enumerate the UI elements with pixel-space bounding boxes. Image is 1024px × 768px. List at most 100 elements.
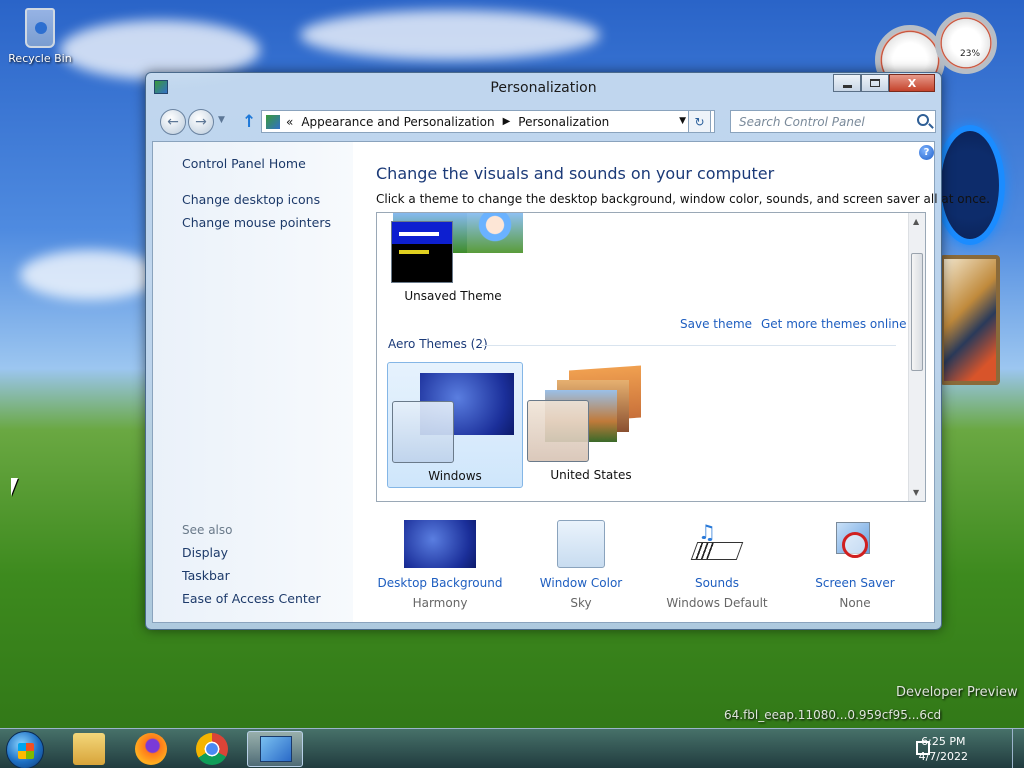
sidebar-item-taskbar[interactable]: Taskbar: [182, 568, 230, 583]
save-theme-link[interactable]: Save theme: [680, 317, 752, 331]
build-watermark-line2: 64.fbl_eeap.11080...0.959cf95...6cd: [724, 708, 942, 722]
clock-gadget[interactable]: [935, 125, 1005, 245]
control-panel-icon: [266, 114, 280, 129]
help-icon[interactable]: ?: [919, 145, 934, 160]
theme-united-states[interactable]: United States: [523, 362, 659, 488]
window-controls: X: [833, 74, 935, 92]
system-clock[interactable]: 6:25 PM 4/7/2022: [919, 734, 968, 764]
recycle-bin-label: Recycle Bin: [8, 52, 72, 65]
breadcrumb-separator[interactable]: ▶: [503, 116, 511, 127]
sidebar: Control Panel Home Change desktop icons …: [153, 142, 353, 622]
sidebar-item-display[interactable]: Display: [182, 545, 228, 560]
recent-pages-dropdown[interactable]: ▼: [218, 115, 225, 125]
page-description: Click a theme to change the desktop back…: [376, 192, 990, 206]
mouse-cursor-icon: [11, 478, 18, 496]
address-dropdown[interactable]: ▼: [679, 116, 686, 126]
chevron-down-icon: ▼: [218, 115, 225, 125]
control-panel-icon: [260, 736, 292, 762]
scroll-up-icon[interactable]: ▲: [913, 217, 919, 226]
unsaved-theme-character: [467, 213, 523, 253]
cloud: [20, 250, 160, 300]
see-also-heading: See also: [182, 523, 233, 537]
unsaved-theme[interactable]: Unsaved Theme: [385, 213, 523, 339]
build-watermark-line1: Developer Preview: [896, 685, 1018, 700]
theme-list-scrollbar[interactable]: ▲ ▼: [908, 213, 925, 501]
firefox-icon[interactable]: [135, 733, 167, 765]
window-color-button[interactable]: Window Color Sky: [511, 520, 651, 610]
maximize-button[interactable]: [861, 74, 889, 92]
title-bar[interactable]: Personalization X: [146, 73, 941, 103]
breadcrumb-appearance[interactable]: Appearance and Personalization: [301, 115, 494, 129]
recycle-bin-shortcut[interactable]: Recycle Bin: [8, 8, 72, 65]
minimize-button[interactable]: [833, 74, 861, 92]
theme-us-preview: [527, 400, 589, 462]
navigation-toolbar: ← → ▼ ↑ « Appearance and Personalization…: [156, 109, 936, 135]
sidebar-item-ease-of-access[interactable]: Ease of Access Center: [182, 591, 321, 606]
minimize-icon: [842, 84, 852, 88]
clock-date: 4/7/2022: [918, 750, 968, 763]
search-placeholder: Search Control Panel: [739, 114, 865, 129]
close-icon: X: [907, 76, 917, 90]
refresh-button[interactable]: ↻: [688, 110, 711, 133]
window-color-title: Window Color: [539, 576, 623, 590]
music-note-icon: ♫: [698, 520, 716, 544]
scroll-thumb[interactable]: [911, 253, 923, 371]
search-icon[interactable]: [917, 114, 929, 126]
unsaved-theme-preview-window: [391, 221, 453, 283]
get-more-themes-link[interactable]: Get more themes online: [761, 317, 907, 331]
window-title: Personalization: [490, 80, 597, 96]
recycle-bin-icon: [25, 8, 55, 48]
forward-arrow-icon: →: [195, 114, 207, 130]
screen-saver-title: Screen Saver: [815, 576, 895, 590]
personalization-window: Personalization X ← → ▼ ↑ « Appearance a…: [145, 72, 990, 630]
sidebar-item-control-panel-home[interactable]: Control Panel Home: [182, 156, 306, 171]
taskbar: 6:25 PM 4/7/2022: [0, 728, 1024, 768]
file-explorer-icon[interactable]: [73, 733, 105, 765]
window-color-value: Sky: [570, 596, 592, 610]
sidebar-item-change-mouse-pointers[interactable]: Change mouse pointers: [182, 215, 331, 230]
search-input[interactable]: Search Control Panel: [730, 110, 936, 133]
sounds-button[interactable]: ♫ Sounds Windows Default: [647, 520, 787, 610]
preview-line: [399, 250, 429, 254]
breadcrumb-personalization[interactable]: Personalization: [518, 115, 609, 129]
aero-themes-heading[interactable]: Aero Themes (2): [388, 337, 488, 351]
theme-us-label: United States: [550, 468, 632, 482]
screen-saver-button[interactable]: Screen Saver None: [785, 520, 925, 610]
no-symbol-icon: [842, 532, 868, 558]
back-arrow-icon: ←: [167, 114, 179, 130]
main-panel: Change the visuals and sounds on your co…: [375, 142, 990, 622]
maximize-icon: [870, 79, 880, 87]
desktop-background-icon: [404, 520, 476, 568]
picture-puzzle-gadget[interactable]: [940, 255, 1000, 385]
unsaved-theme-label: Unsaved Theme: [404, 289, 502, 303]
show-desktop-button[interactable]: [1012, 729, 1024, 768]
theme-windows-preview: [392, 401, 454, 463]
back-button[interactable]: ←: [160, 109, 186, 135]
clock-time: 6:25 PM: [921, 735, 966, 748]
scroll-down-icon[interactable]: ▼: [913, 488, 919, 497]
address-bar[interactable]: « Appearance and Personalization ▶ Perso…: [261, 110, 715, 133]
sounds-title: Sounds: [694, 576, 740, 590]
start-button[interactable]: [6, 731, 44, 768]
meter-percent: 23%: [960, 49, 981, 59]
screen-saver-value: None: [839, 596, 871, 610]
taskbar-item-control-panel[interactable]: [247, 731, 303, 767]
chrome-icon[interactable]: [196, 733, 228, 765]
desktop-background-button[interactable]: Desktop Background Harmony: [370, 520, 510, 610]
theme-windows-label: Windows: [428, 469, 482, 483]
breadcrumb-overflow[interactable]: «: [286, 115, 293, 129]
forward-button[interactable]: →: [188, 109, 214, 135]
keyboard-icon: [690, 542, 744, 560]
theme-windows[interactable]: Windows: [387, 362, 523, 488]
window-color-icon: [557, 520, 605, 568]
content-area: Control Panel Home Change desktop icons …: [152, 141, 990, 623]
close-button[interactable]: X: [889, 74, 935, 92]
refresh-icon: ↻: [694, 114, 705, 129]
memory-meter-gadget[interactable]: 23%: [935, 12, 997, 74]
screen-saver-icon: [832, 520, 878, 568]
preview-line: [399, 232, 439, 236]
group-divider: [481, 345, 896, 346]
up-button[interactable]: ↑: [242, 112, 256, 132]
sidebar-item-change-desktop-icons[interactable]: Change desktop icons: [182, 192, 320, 207]
theme-list: Unsaved Theme Save theme Get more themes…: [376, 212, 926, 502]
